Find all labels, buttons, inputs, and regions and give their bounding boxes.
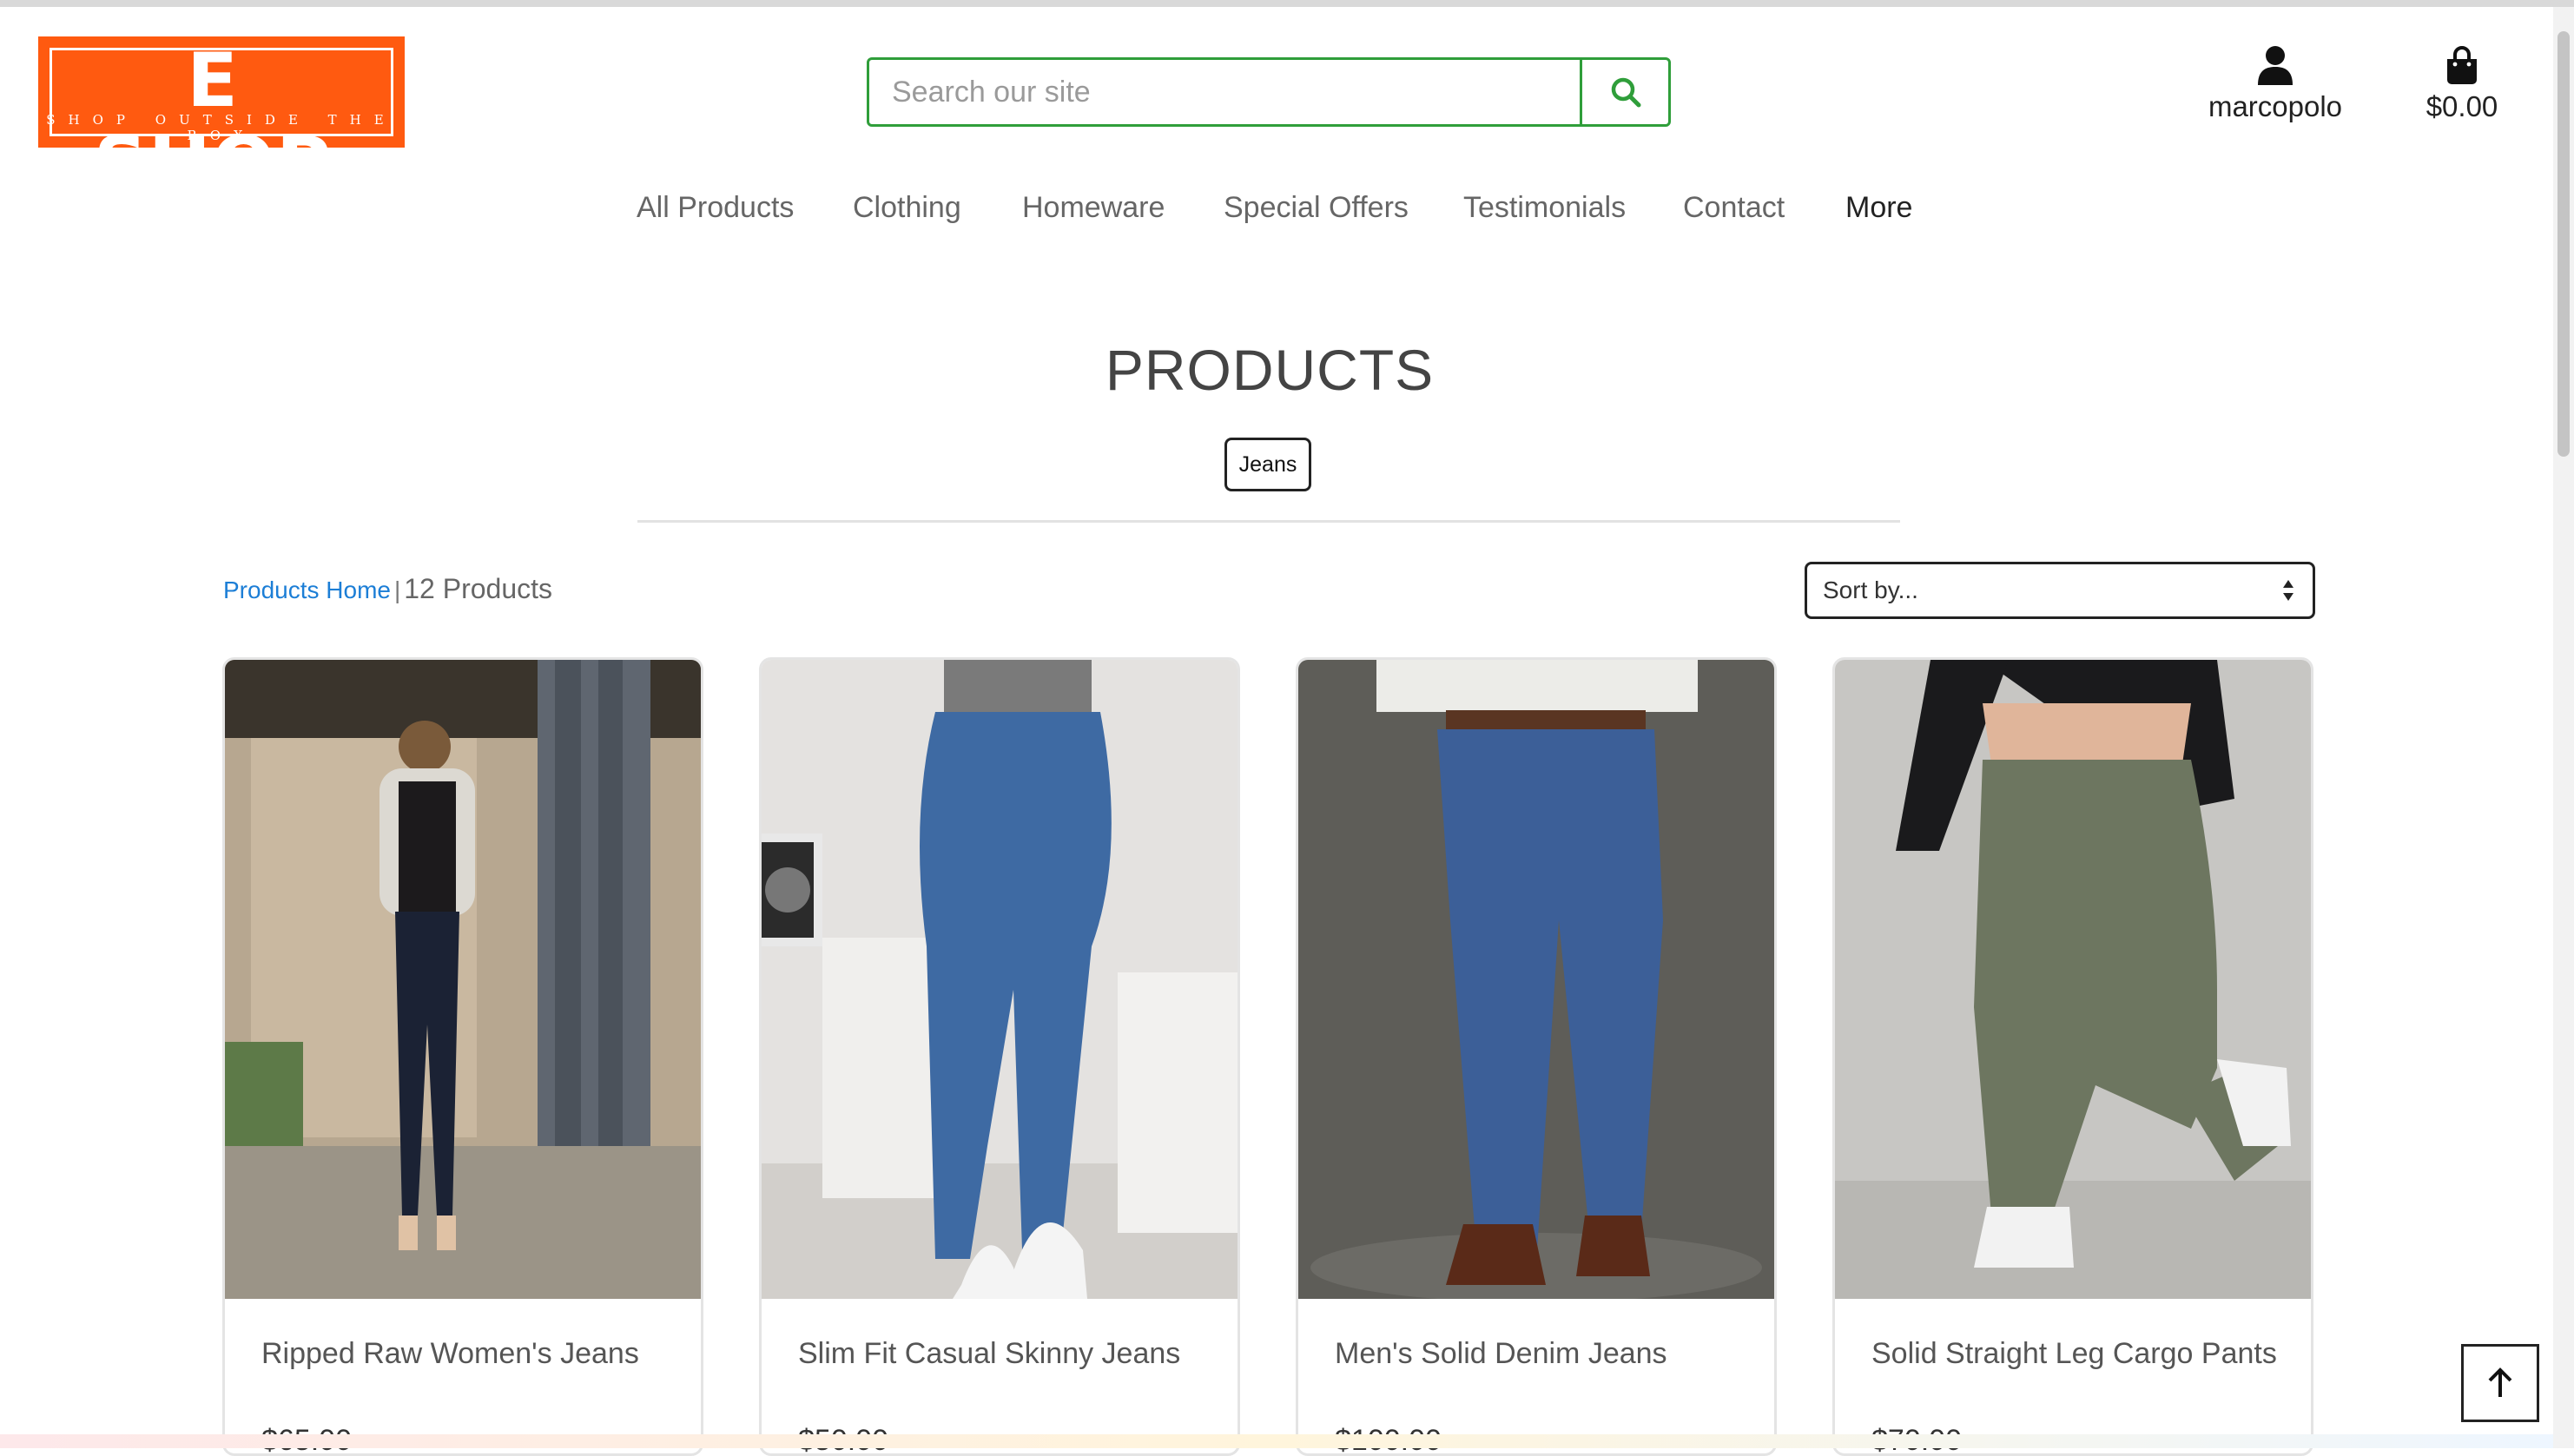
product-name[interactable]: Ripped Raw Women's Jeans xyxy=(261,1337,639,1371)
search-input[interactable] xyxy=(869,60,1580,124)
account-link[interactable]: marcopolo xyxy=(2188,45,2362,123)
product-name[interactable]: Men's Solid Denim Jeans xyxy=(1335,1337,1667,1371)
user-icon xyxy=(2258,46,2293,85)
product-name[interactable]: Slim Fit Casual Skinny Jeans xyxy=(798,1337,1180,1371)
product-card[interactable]: Slim Fit Casual Skinny Jeans $50.00 xyxy=(759,657,1240,1456)
eshop-logo[interactable]: E SHOP SHOP OUTSIDE THE BOX xyxy=(38,36,405,208)
cart-link[interactable]: $0.00 xyxy=(2406,45,2518,123)
product-count: 12 Products xyxy=(404,573,553,604)
cart-total: $0.00 xyxy=(2426,90,2498,122)
product-card[interactable]: Solid Straight Leg Cargo Pants $70.00 xyxy=(1832,657,2313,1456)
product-image[interactable] xyxy=(762,660,1238,1299)
arrow-up-icon xyxy=(2488,1367,2512,1397)
main-nav: All Products Clothing Homeware Special O… xyxy=(0,191,2574,243)
product-image[interactable] xyxy=(1298,660,1774,1299)
shopping-bag-icon xyxy=(2447,46,2477,84)
nav-special-offers[interactable]: Special Offers xyxy=(1224,191,1409,225)
breadcrumb-separator: | xyxy=(393,576,401,603)
nav-contact[interactable]: Contact xyxy=(1683,191,1785,225)
top-border xyxy=(0,0,2574,7)
logo-tagline: SHOP OUTSIDE THE BOX xyxy=(46,112,397,143)
products-home-link[interactable]: Products Home xyxy=(223,576,391,603)
sort-arrows-icon xyxy=(2283,580,2294,601)
breadcrumb: Products Home | 12 Products xyxy=(223,573,552,605)
product-name[interactable]: Solid Straight Leg Cargo Pants xyxy=(1871,1337,2277,1371)
search-bar xyxy=(867,57,1671,127)
section-divider xyxy=(637,520,1900,523)
product-card[interactable]: Ripped Raw Women's Jeans $65.00 xyxy=(222,657,703,1456)
sort-select[interactable]: Sort by... xyxy=(1805,562,2315,619)
scrollbar-thumb[interactable] xyxy=(2558,31,2570,457)
sort-selected-value: Sort by... xyxy=(1823,576,1918,603)
nav-all-products[interactable]: All Products xyxy=(637,191,794,225)
bottom-edge-strip xyxy=(0,1434,2553,1448)
back-to-top-button[interactable] xyxy=(2461,1344,2539,1422)
nav-clothing[interactable]: Clothing xyxy=(853,191,961,225)
product-image[interactable] xyxy=(225,660,701,1299)
category-badge[interactable]: Jeans xyxy=(1224,438,1311,491)
nav-more[interactable]: More xyxy=(1845,191,1912,225)
page-title: PRODUCTS xyxy=(1105,338,1435,402)
search-icon xyxy=(1611,77,1640,108)
nav-homeware[interactable]: Homeware xyxy=(1022,191,1165,225)
product-card[interactable]: Men's Solid Denim Jeans $100.00 xyxy=(1296,657,1777,1456)
nav-testimonials[interactable]: Testimonials xyxy=(1463,191,1626,225)
product-image[interactable] xyxy=(1835,660,2311,1299)
search-button[interactable] xyxy=(1580,60,1668,124)
account-username: marcopolo xyxy=(2208,90,2343,122)
logo-title: E SHOP xyxy=(93,37,333,208)
